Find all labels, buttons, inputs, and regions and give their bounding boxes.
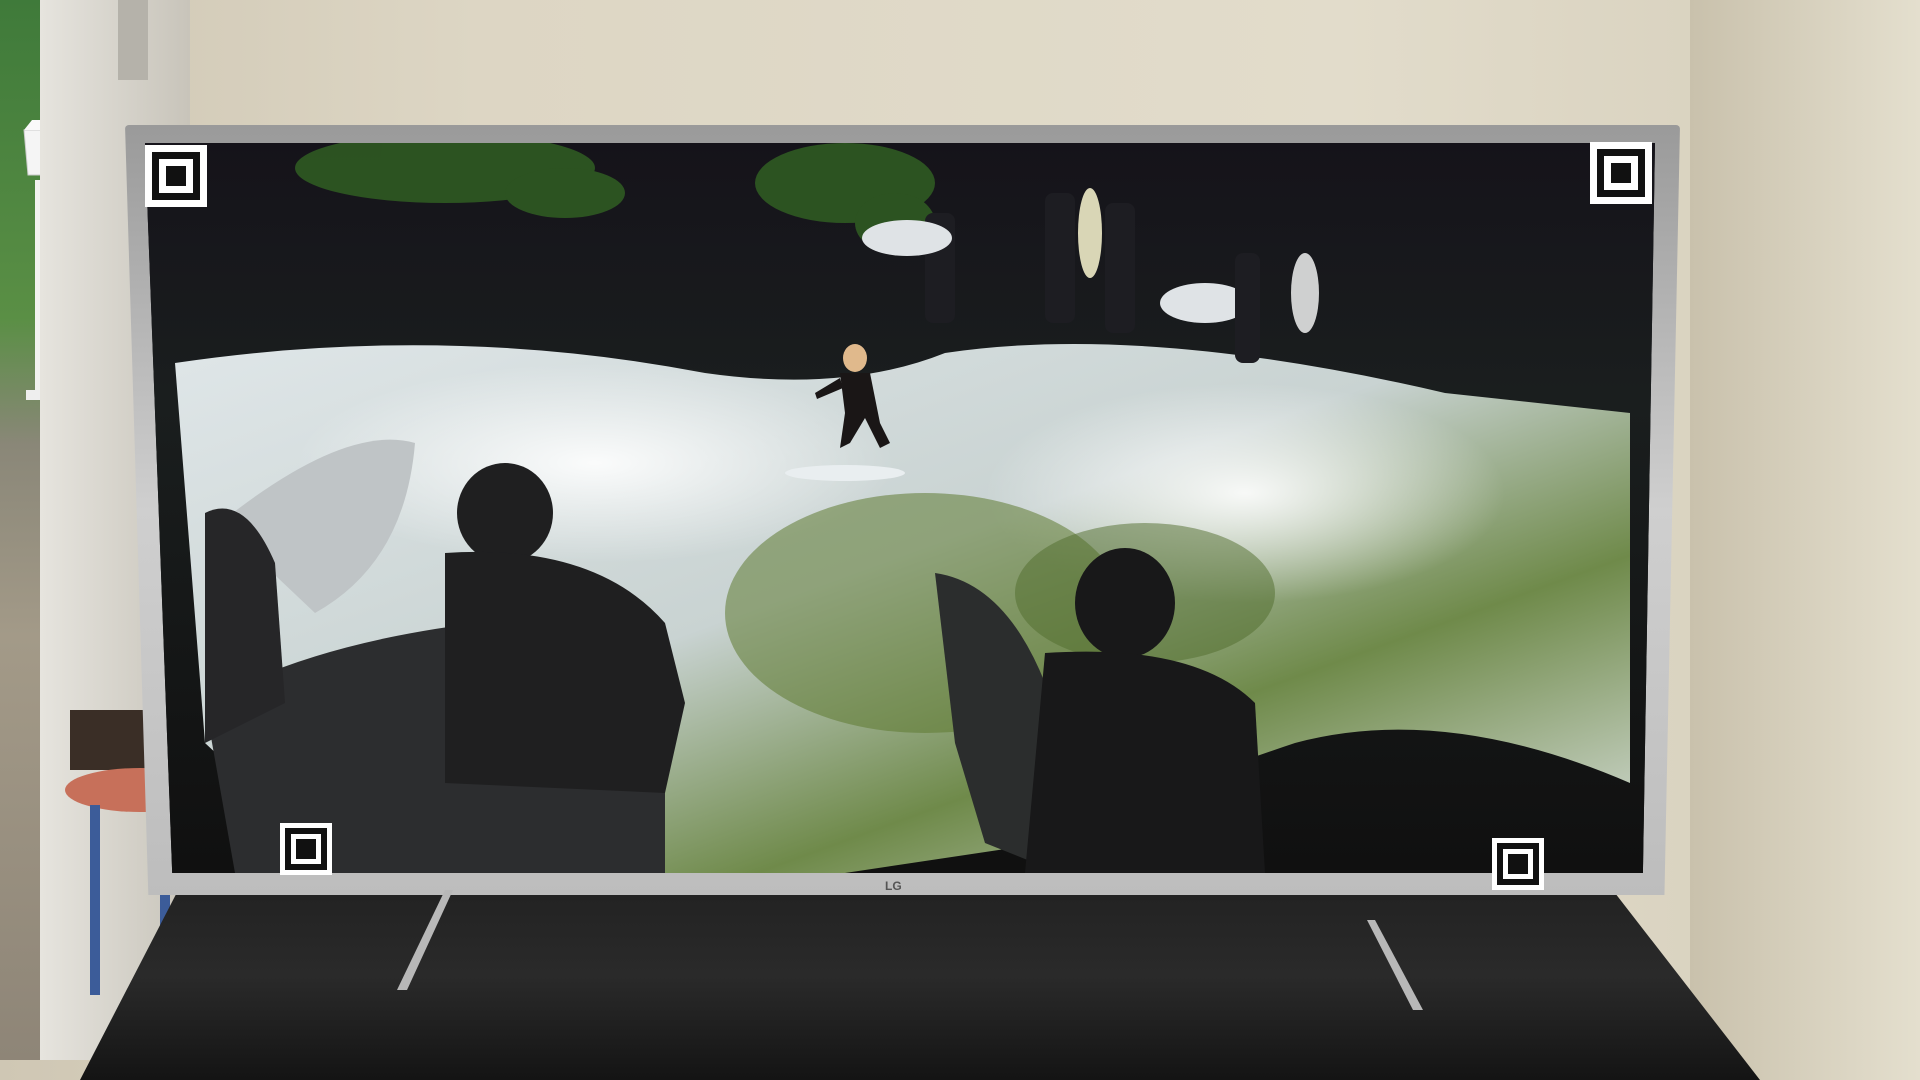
wall-corner (1690, 0, 1920, 1080)
marker-top-left (145, 145, 207, 207)
marker-bottom-right (1492, 838, 1544, 890)
tv-stand-left (397, 890, 453, 990)
window-hinge (118, 0, 148, 80)
tv-screen (145, 143, 1655, 873)
marker-top-right (1590, 142, 1652, 204)
surf-scene-image (145, 143, 1655, 873)
marker-bottom-left (280, 823, 332, 875)
television: LG (125, 125, 1680, 895)
brand-logo: LG (885, 879, 902, 893)
tv-stand-right (1367, 920, 1423, 1010)
